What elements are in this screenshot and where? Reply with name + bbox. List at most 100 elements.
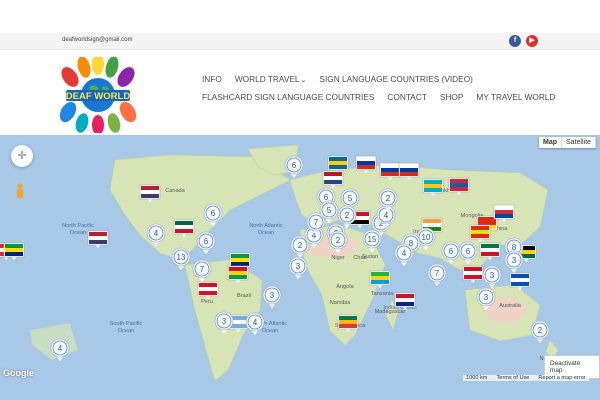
cluster-count: 2 [345,211,350,220]
terms-link[interactable]: Terms of Use [496,375,529,381]
cluster-count: 2 [386,194,391,203]
flag-marker[interactable] [322,170,344,188]
top-bar: deafworldsign@gmail.com f ▶ [0,33,600,50]
cluster-count: 7 [200,265,205,274]
cluster-marker[interactable]: 6 [441,241,461,264]
cluster-marker[interactable]: 13 [171,247,191,270]
flag-marker[interactable] [479,242,501,260]
cluster-marker[interactable]: 3 [476,287,496,310]
flag-marker[interactable] [379,162,401,180]
cluster-count: 6 [204,237,209,246]
cluster-marker[interactable]: 10 [416,227,436,250]
flag-marker[interactable] [337,314,359,332]
cluster-count: 5 [348,194,353,203]
map-label: Namibia [330,300,351,306]
scale-label: 1000 km [466,375,488,381]
flag-marker[interactable] [327,155,349,173]
cluster-count: 6 [449,247,454,256]
flag-marker[interactable] [509,272,531,290]
map-label: Angola [336,284,354,290]
nav-shop[interactable]: SHOP [440,89,464,105]
cluster-count: 15 [368,235,377,244]
nav-sign-language-countries-video[interactable]: SIGN LANGUAGE COUNTRIES (VIDEO) [319,71,473,89]
cluster-count: 3 [490,271,495,280]
nav-info[interactable]: INFO [202,71,222,89]
google-logo: Google [3,368,34,378]
map-label: Ocean [70,230,86,236]
nav-world-travel[interactable]: WORLD TRAVEL⌄ [235,71,307,89]
cluster-count: 6 [466,247,471,256]
page-top-blank [0,0,600,33]
nav-flashcard-sign-language-countries[interactable]: FLASHCARD SIGN LANGUAGE COUNTRIES [202,89,374,105]
map-label: Peru [201,299,213,305]
flag-marker[interactable] [462,265,484,283]
flag-marker[interactable] [469,224,491,242]
cluster-marker[interactable]: 7 [192,259,212,282]
main-nav: INFO WORLD TRAVEL⌄ SIGN LANGUAGE COUNTRI… [202,71,592,105]
map-footer: 1000 km Terms of Use Report a map error [463,375,589,381]
facebook-icon[interactable]: f [509,35,521,47]
cluster-count: 7 [435,269,440,278]
flag-marker[interactable] [369,270,391,288]
cluster-count: 4 [384,211,389,220]
cluster-count: 4 [253,318,258,327]
map-label: South Pacific [110,321,143,327]
map-label: Ocean [118,328,134,334]
cluster-marker[interactable]: 4 [50,338,70,361]
cluster-marker[interactable]: 4 [394,243,414,266]
cluster-marker[interactable]: 2 [530,320,550,343]
map-label: Ocean [258,230,274,236]
cluster-marker[interactable]: 3 [482,265,502,288]
nav-my-travel-world[interactable]: MY TRAVEL WORLD [476,89,555,105]
report-error-link[interactable]: Report a map error [538,375,585,381]
chevron-down-icon: ⌄ [300,77,307,84]
cluster-count: 7 [314,218,319,227]
cluster-marker[interactable]: 3 [504,250,524,273]
cluster-count: 4 [402,249,407,258]
cluster-count: 2 [298,241,303,250]
cluster-count: 2 [336,236,341,245]
cluster-marker[interactable]: 7 [427,263,447,286]
flag-marker[interactable] [139,184,161,202]
cluster-marker[interactable]: 3 [262,285,282,308]
cluster-marker[interactable]: 3 [288,256,308,279]
flag-marker[interactable] [355,155,377,173]
cluster-marker[interactable]: 6 [203,203,223,226]
map-label: Madagascar [375,309,406,315]
cluster-count: 10 [422,233,431,242]
cluster-count: 3 [270,291,275,300]
cluster-marker[interactable]: 4 [146,223,166,246]
cluster-marker[interactable]: 3 [214,311,234,334]
cluster-count: 3 [222,317,227,326]
cluster-marker[interactable]: 2 [328,230,348,253]
flag-marker[interactable] [173,219,195,237]
flag-marker[interactable] [398,162,420,180]
map-label: North Atlantic [249,223,282,229]
cluster-marker[interactable]: 6 [196,231,216,254]
nav-contact[interactable]: CONTACT [387,89,426,105]
map-label: Niger [331,255,345,261]
cluster-count: 13 [177,253,186,262]
flag-marker[interactable] [87,230,109,248]
map-label: Sudan [362,254,378,260]
cluster-count: 4 [154,229,159,238]
flag-marker[interactable] [197,281,219,299]
cluster-count: 4 [58,344,63,353]
cluster-count: 6 [324,193,329,202]
deaf-world-logo[interactable]: DEAF WORLD [56,57,140,133]
world-map[interactable]: ✛ Map Satellite Canada North Pacific Ocean… [0,135,600,400]
flag-marker[interactable] [227,265,249,283]
cluster-marker[interactable]: 15 [362,229,382,252]
map-label: Canada [165,188,185,194]
cluster-marker[interactable]: 6 [458,241,478,264]
contact-email[interactable]: deafworldsign@gmail.com [62,37,132,43]
svg-text:DEAF WORLD: DEAF WORLD [66,91,131,102]
cluster-count: 3 [296,262,301,271]
youtube-icon[interactable]: ▶ [526,35,538,47]
cluster-marker[interactable]: 6 [284,155,304,178]
nav-world-travel-label: WORLD TRAVEL [234,74,300,84]
map-label: Australia [499,303,522,309]
map-label: North Pacific [62,223,94,229]
cluster-count: 3 [484,293,489,302]
cluster-count: 2 [538,326,543,335]
